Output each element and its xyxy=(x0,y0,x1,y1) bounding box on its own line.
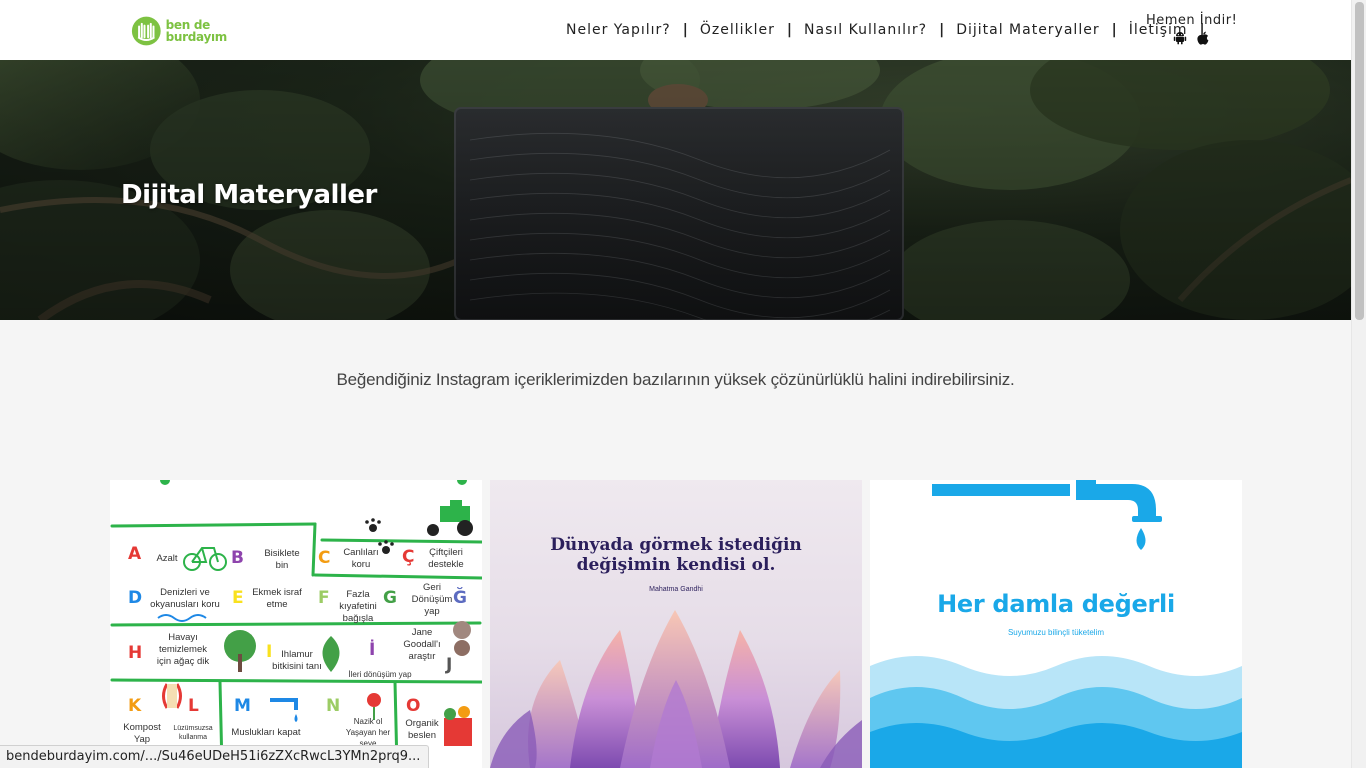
main-nav: Neler Yapılır? | Özellikler | Nasıl Kull… xyxy=(554,0,1205,60)
nav-item-ozellikler[interactable]: Özellikler xyxy=(688,22,787,38)
material-card-quote[interactable]: Dünyada görmek istediğin değişimin kendi… xyxy=(490,480,862,768)
brand-line-2: burdayım xyxy=(165,30,228,44)
brand-logo[interactable]: ben de burdayım xyxy=(131,14,227,48)
abc-letter-b: B xyxy=(231,548,244,568)
abc-text-f: Fazla kıyafetini bağışla xyxy=(339,589,377,624)
intro-text: Beğendiğiniz Instagram içeriklerimizden … xyxy=(336,370,1015,389)
apple-core-icon xyxy=(162,683,182,709)
nav-item-neler-yapilir[interactable]: Neler Yapılır? xyxy=(554,22,683,38)
quote-line-2: değişimin kendisi ol. xyxy=(576,555,776,575)
abc-text-a: Azalt xyxy=(156,553,178,564)
download-label[interactable]: Hemen İndir! xyxy=(1146,13,1237,28)
abc-letter-j: J xyxy=(446,655,453,675)
nav-item-dijital-materyaller[interactable]: Dijital Materyaller xyxy=(944,22,1111,38)
wave-icon xyxy=(157,614,207,622)
store-icons xyxy=(1146,31,1237,46)
abc-letter-f: F xyxy=(318,588,330,608)
lotus-flower-image xyxy=(490,610,862,768)
monkey-icon xyxy=(453,621,471,656)
nav-item-nasil-kullanilir[interactable]: Nasıl Kullanılır? xyxy=(792,22,939,38)
hero-title: Dijital Materyaller xyxy=(121,180,377,210)
top-navbar: ben de burdayım Neler Yapılır? | Özellik… xyxy=(0,0,1351,60)
abc-letter-g: G xyxy=(383,588,397,608)
scrollbar-thumb[interactable] xyxy=(1355,2,1364,320)
quote-author: Mahatma Gandhi xyxy=(649,586,703,593)
abc-letter-a: A xyxy=(128,544,142,564)
browser-status-bar: bendeburdayim.com/.../Su46eUDeH51i6zZXcR… xyxy=(0,745,430,768)
abc-letter-l: L xyxy=(188,696,199,716)
water-card-title: Her damla değerli xyxy=(937,590,1175,618)
abc-text-g: Geri Dönüşüm yap xyxy=(411,582,453,617)
material-card-water[interactable]: Her damla değerli Suyumuzu bilinçli tüke… xyxy=(870,480,1242,768)
water-tap-illustration xyxy=(870,480,1242,768)
abc-text-j: Jane Goodall'ı araştır xyxy=(403,627,441,662)
abc-text-k: Kompost Yap xyxy=(123,722,161,745)
abc-text-h: Havayı temizlemek için ağaç dik xyxy=(156,632,210,667)
material-card-alphabet[interactable]: A Azalt B Bisiklete bin C Canlıları koru… xyxy=(110,480,482,768)
abc-text-o: Organik beslen xyxy=(405,718,439,741)
abc-text-e: Ekmek israf etme xyxy=(252,587,302,610)
abc-text-d: Denizleri ve okyanusları koru xyxy=(150,587,220,610)
faucet-icon xyxy=(270,698,298,722)
leaf-icon xyxy=(322,636,340,672)
quote-text: Dünyada görmek istediğin değişimin kendi… xyxy=(490,535,862,575)
vegetable-basket-icon xyxy=(444,706,472,746)
abc-letter-c-cedilla: Ç xyxy=(402,547,415,567)
abc-text-b: Bisiklete bin xyxy=(264,548,300,571)
download-section: Hemen İndir! xyxy=(1146,13,1237,46)
abc-text-m: Muslukları kapat xyxy=(231,727,301,738)
brand-text: ben de burdayım xyxy=(165,19,228,44)
abc-text-c: Canlıları koru xyxy=(343,547,379,570)
android-icon[interactable] xyxy=(1173,31,1187,45)
abc-text-l: Lüzümsuzsa kullanma xyxy=(173,725,213,741)
hands-logo-icon xyxy=(131,16,161,46)
quote-line-1: Dünyada görmek istediğin xyxy=(550,535,802,555)
abc-letter-c: C xyxy=(318,548,331,568)
tractor-icon xyxy=(427,500,473,536)
abc-letter-d: D xyxy=(128,588,143,608)
abc-letter-n: N xyxy=(326,696,341,716)
abc-letter-k: K xyxy=(128,696,142,716)
apple-icon[interactable] xyxy=(1196,31,1210,46)
abc-letter-e: E xyxy=(232,588,244,608)
abc-text-i-dotted: İleri dönüşüm yap xyxy=(348,670,412,679)
bicycle-icon xyxy=(183,547,227,571)
abc-text-c-cedilla: Çiftçileri destekle xyxy=(428,547,464,570)
abc-letter-g-breve: Ğ xyxy=(453,588,467,608)
abc-letter-m: M xyxy=(234,696,251,716)
abc-letter-h: H xyxy=(128,643,143,663)
hero-banner: Dijital Materyaller xyxy=(0,60,1351,320)
water-card-subtitle: Suyumuzu bilinçli tüketelim xyxy=(1007,628,1105,637)
abc-text-i: Ihlamur bitkisini tanı xyxy=(272,649,322,672)
abc-letter-i-dotted: İ xyxy=(369,640,376,660)
abc-letter-o: O xyxy=(406,696,421,716)
tree-icon xyxy=(224,630,256,672)
page-scrollbar[interactable] xyxy=(1351,0,1366,768)
